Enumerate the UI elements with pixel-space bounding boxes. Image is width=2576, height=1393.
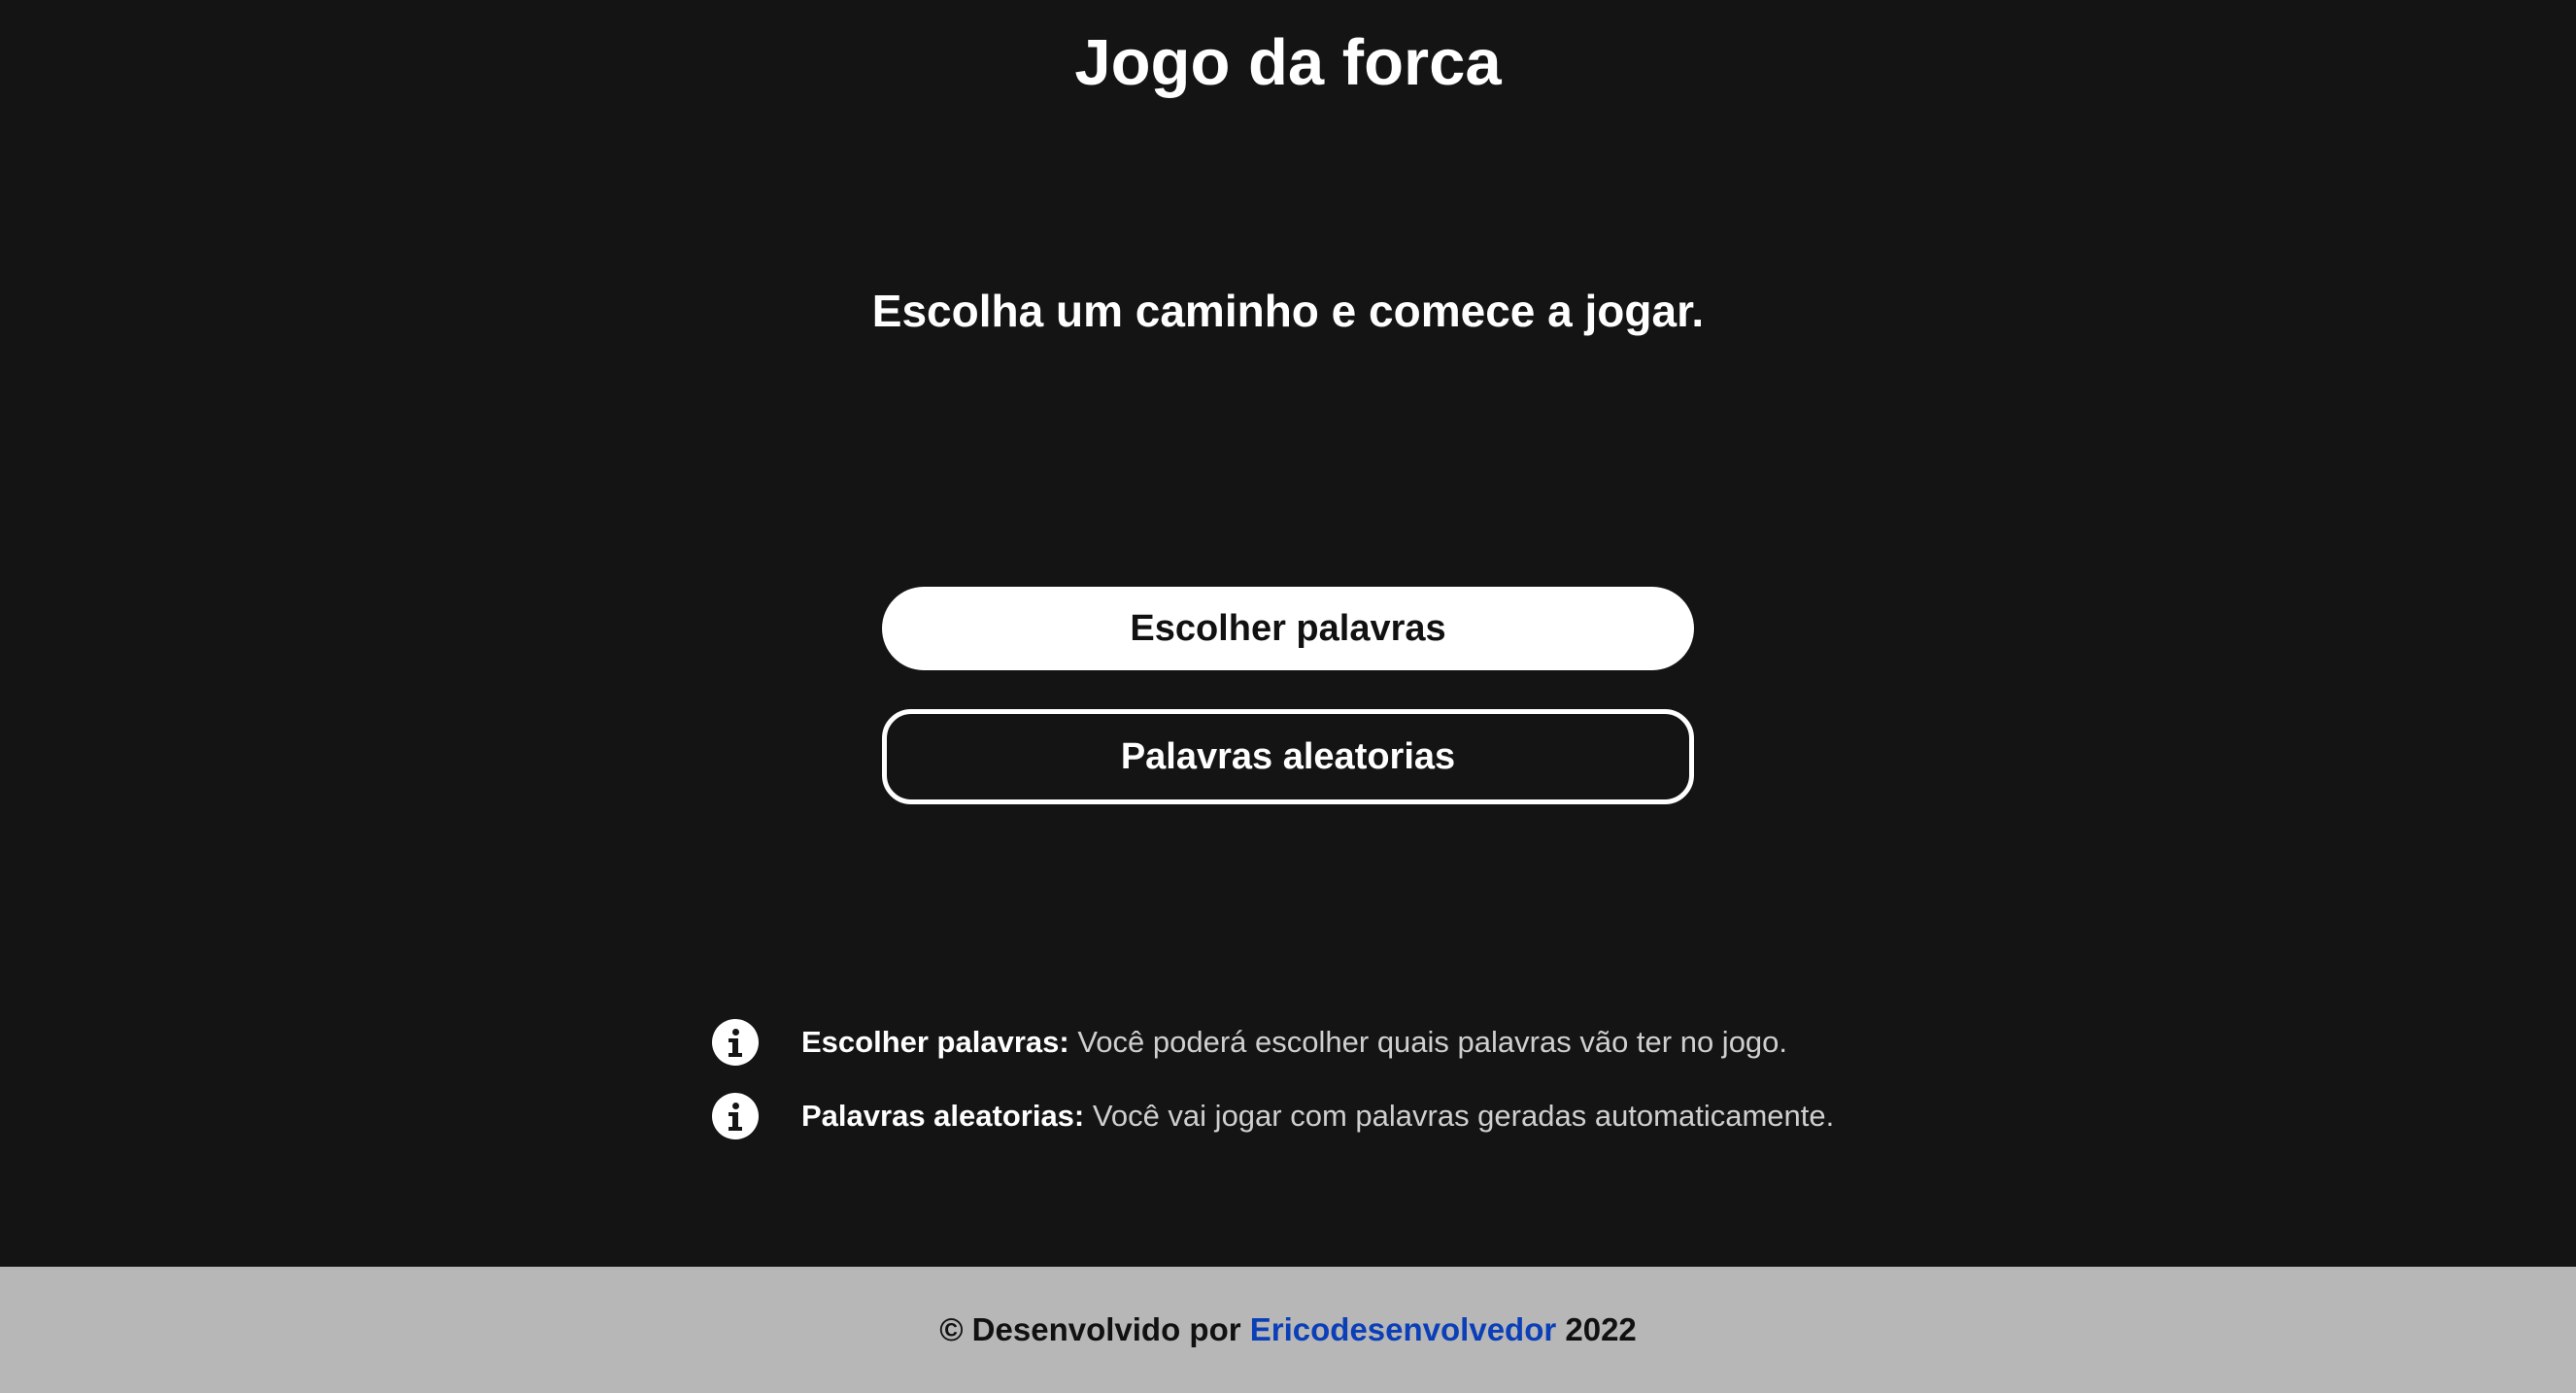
info-icon	[712, 1093, 759, 1139]
info-description: Você poderá escolher quais palavras vão …	[1077, 1025, 1788, 1059]
choose-words-button[interactable]: Escolher palavras	[882, 587, 1694, 670]
info-term: Palavras aleatorias:	[801, 1099, 1085, 1133]
info-icon	[712, 1019, 759, 1066]
footer-prefix: © Desenvolvido por	[939, 1311, 1241, 1347]
author-link[interactable]: Ericodesenvolvedor	[1250, 1311, 1556, 1347]
info-term: Escolher palavras:	[801, 1025, 1069, 1059]
footer-year: 2022	[1565, 1311, 1637, 1347]
info-item-random-words: Palavras aleatorias: Você vai jogar com …	[712, 1092, 1834, 1140]
footer: © Desenvolvido por Ericodesenvolvedor 20…	[0, 1267, 2576, 1393]
info-text: Palavras aleatorias: Você vai jogar com …	[801, 1092, 1834, 1140]
random-words-button[interactable]: Palavras aleatorias	[882, 709, 1694, 804]
page-title: Jogo da forca	[1074, 26, 1502, 99]
main-content: Jogo da forca Escolha um caminho e comec…	[0, 0, 2576, 1267]
page-subtitle: Escolha um caminho e comece a jogar.	[871, 286, 1705, 336]
info-description: Você vai jogar com palavras geradas auto…	[1092, 1099, 1835, 1133]
info-text: Escolher palavras: Você poderá escolher …	[801, 1018, 1787, 1067]
info-item-choose-words: Escolher palavras: Você poderá escolher …	[712, 1018, 1787, 1067]
